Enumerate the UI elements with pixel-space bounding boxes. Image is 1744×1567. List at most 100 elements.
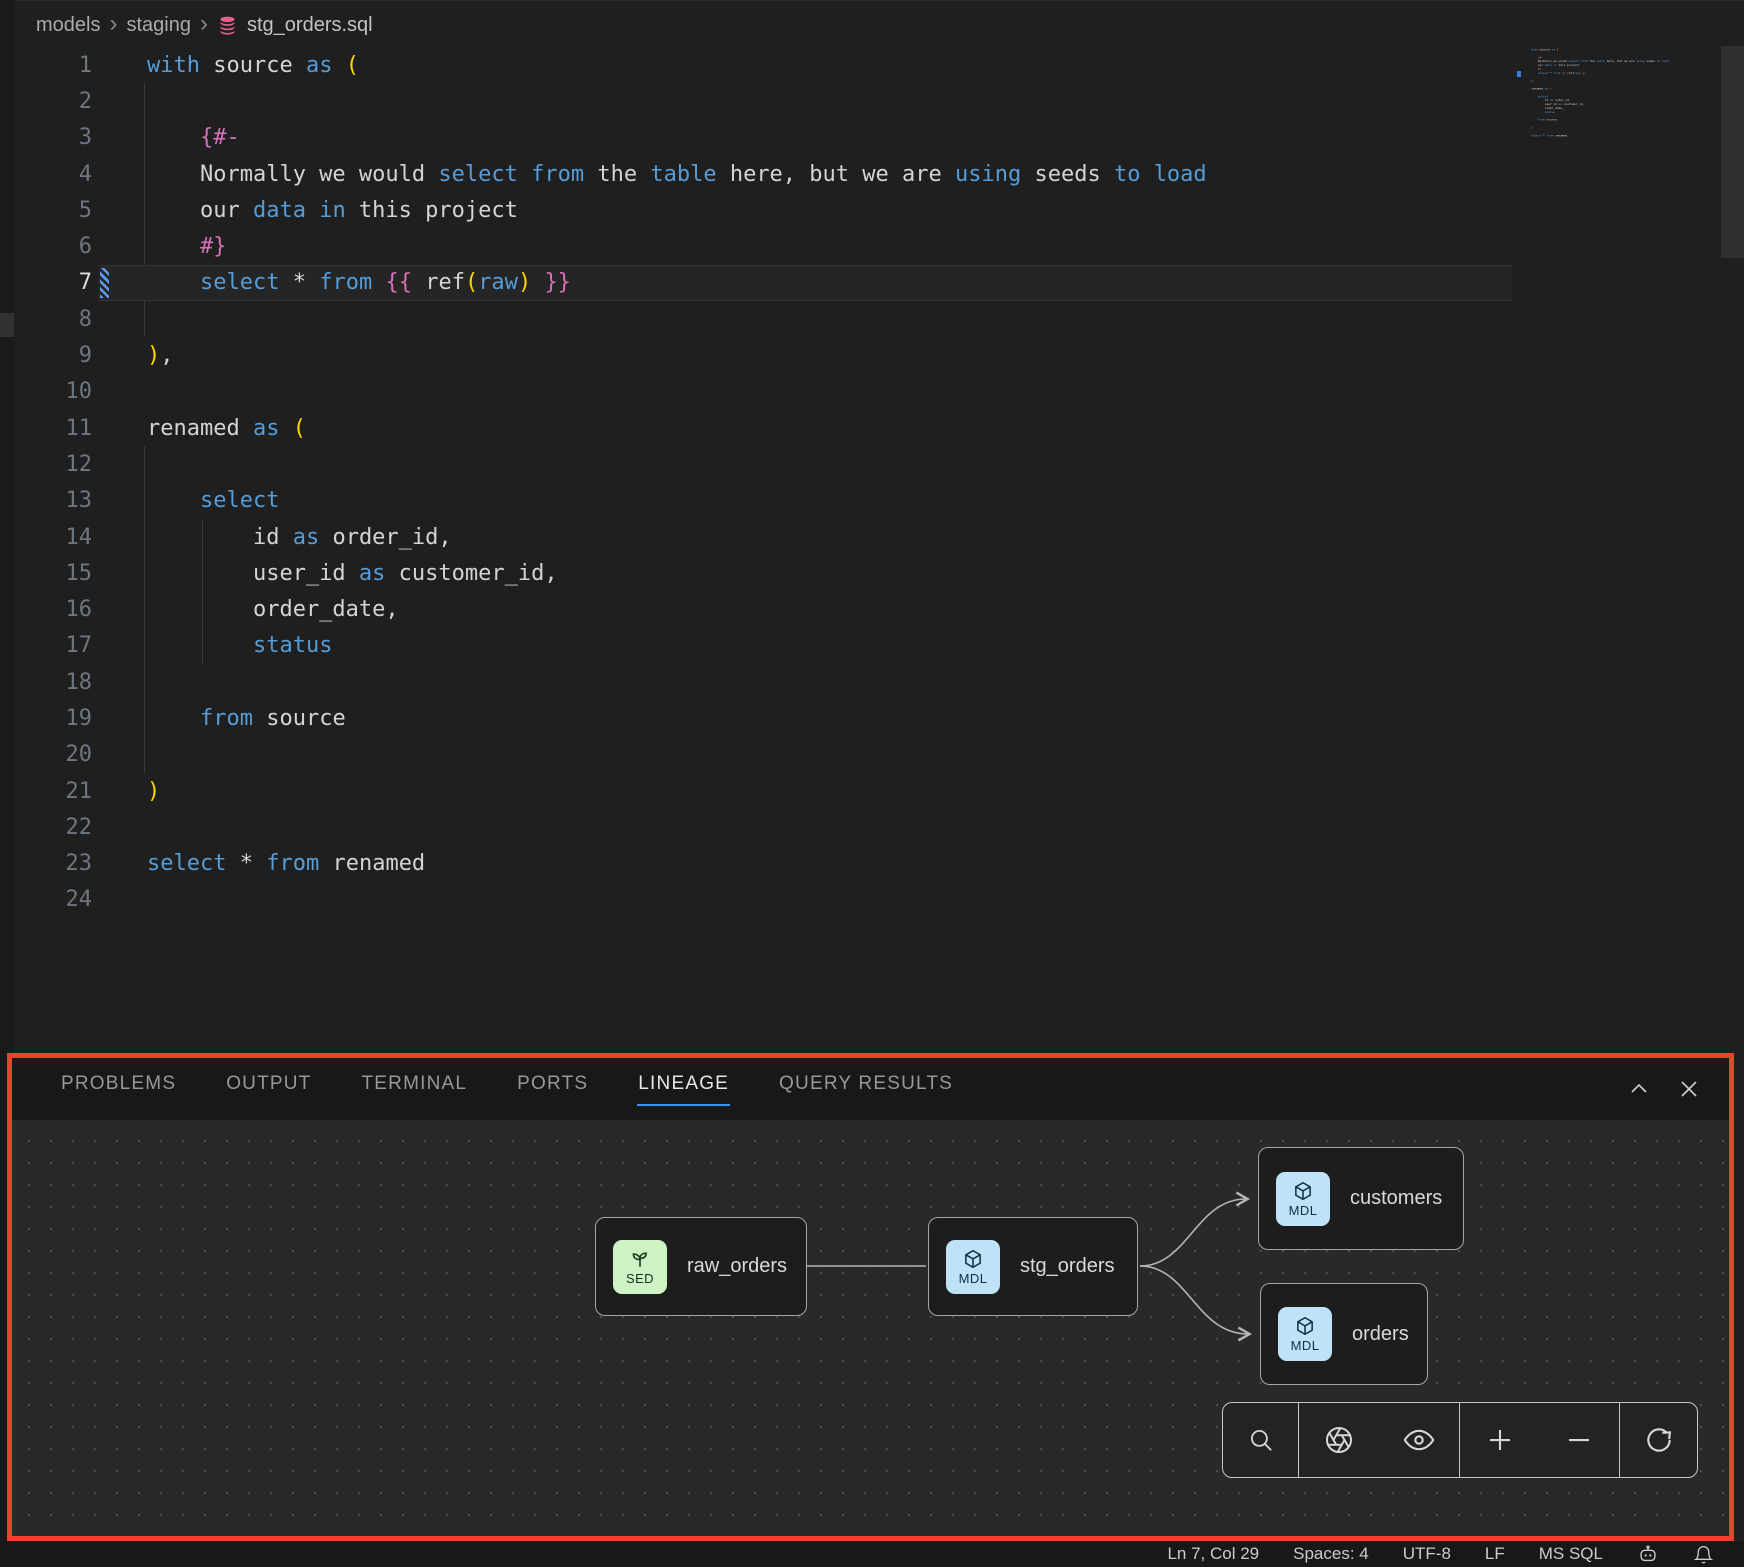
line-number[interactable]: 3	[14, 125, 92, 150]
line-number[interactable]: 15	[14, 561, 92, 586]
line-number[interactable]: 5	[14, 198, 92, 223]
refresh-button[interactable]	[1643, 1424, 1675, 1456]
code-line[interactable]: 22	[14, 809, 1512, 845]
code-line[interactable]: 16 order_date,	[14, 591, 1512, 627]
tab-lineage[interactable]: LINEAGE	[637, 1073, 730, 1106]
code-line[interactable]: 4 Normally we would select from the tabl…	[14, 156, 1512, 192]
lineage-node-orders[interactable]: MDLorders	[1260, 1283, 1428, 1385]
line-number[interactable]: 4	[14, 162, 92, 187]
line-number[interactable]: 8	[14, 307, 92, 332]
line-number[interactable]: 14	[14, 525, 92, 550]
code-line[interactable]: 10	[14, 374, 1512, 410]
line-number[interactable]: 24	[14, 887, 92, 912]
lineage-node-stg_orders[interactable]: MDLstg_orders	[928, 1217, 1138, 1316]
tab-query-results[interactable]: QUERY RESULTS	[778, 1073, 954, 1106]
breadcrumb: models › staging › stg_orders.sql	[14, 1, 1744, 41]
line-number[interactable]: 19	[14, 706, 92, 731]
code-line[interactable]: 6 #}	[14, 228, 1512, 264]
line-number[interactable]: 2	[14, 89, 92, 114]
chevron-right-icon: ›	[200, 14, 208, 34]
code-line[interactable]: 17 status	[14, 628, 1512, 664]
code-token: source	[200, 53, 306, 78]
status-eol[interactable]: LF	[1485, 1544, 1505, 1564]
tab-problems[interactable]: PROBLEMS	[60, 1073, 177, 1106]
aperture-button[interactable]	[1323, 1424, 1355, 1456]
code-line[interactable]: 8	[14, 301, 1512, 337]
code-line[interactable]: 23select * from renamed	[14, 846, 1512, 882]
search-button[interactable]	[1246, 1425, 1276, 1455]
lineage-node-raw_orders[interactable]: SEDraw_orders	[595, 1217, 807, 1316]
line-number[interactable]: 22	[14, 815, 92, 840]
line-number[interactable]: 12	[14, 452, 92, 477]
editor-scrollbar[interactable]	[1721, 46, 1744, 258]
code-line[interactable]: 5 our data in this project	[14, 192, 1512, 228]
status-cursor-position[interactable]: Ln 7, Col 29	[1167, 1544, 1259, 1564]
line-number[interactable]: 18	[14, 670, 92, 695]
code-line[interactable]: 3 {#-	[14, 120, 1512, 156]
code-line[interactable]: 13 select	[14, 483, 1512, 519]
breadcrumb-file[interactable]: stg_orders.sql	[247, 14, 373, 37]
copilot-button[interactable]	[1637, 1543, 1659, 1565]
line-number[interactable]: 20	[14, 742, 92, 767]
editor-pane[interactable]: models › staging › stg_orders.sql 1with …	[14, 0, 1744, 1053]
status-encoding[interactable]: UTF-8	[1403, 1544, 1451, 1564]
lineage-canvas[interactable]: SEDraw_orders MDLstg_orders MDLcustomers MD…	[12, 1120, 1729, 1536]
line-number[interactable]: 10	[14, 379, 92, 404]
line-number[interactable]: 11	[14, 416, 92, 441]
breadcrumb-item-staging[interactable]: staging	[126, 14, 191, 37]
line-number[interactable]: 17	[14, 633, 92, 658]
close-panel-button[interactable]	[1677, 1077, 1701, 1101]
code-line[interactable]: 1with source as (	[14, 47, 1512, 83]
line-number[interactable]: 7	[14, 270, 92, 295]
line-number[interactable]: 21	[14, 779, 92, 804]
minimap[interactable]: with source as ( {#- Normally we would s…	[1517, 46, 1721, 216]
code-line[interactable]: 12	[14, 446, 1512, 482]
edge-stg_orders-customers	[1140, 1199, 1246, 1266]
code-area[interactable]: 1with source as ( 2 3 {#-4 Normally we wou…	[14, 47, 1512, 918]
gutter-marker-slot	[92, 737, 147, 773]
line-number[interactable]: 6	[14, 234, 92, 259]
visibility-button[interactable]	[1402, 1423, 1436, 1457]
line-number[interactable]: 13	[14, 488, 92, 513]
status-language-mode[interactable]: MS SQL	[1539, 1544, 1603, 1564]
status-indentation[interactable]: Spaces: 4	[1293, 1544, 1369, 1564]
code-line[interactable]: 19 from source	[14, 700, 1512, 736]
code-text: #}	[147, 234, 226, 259]
code-line[interactable]: 15 user_id as customer_id,	[14, 555, 1512, 591]
tab-output[interactable]: OUTPUT	[225, 1073, 312, 1106]
gutter-marker-slot	[92, 337, 147, 373]
aperture-icon	[1323, 1424, 1355, 1456]
gutter-marker-slot	[92, 846, 147, 882]
zoom-out-icon	[1564, 1425, 1594, 1455]
code-line[interactable]: 7 select * from {{ ref(raw) }}	[14, 265, 1512, 301]
code-token: order_id,	[319, 525, 451, 550]
code-line[interactable]: 18	[14, 664, 1512, 700]
line-number[interactable]: 9	[14, 343, 92, 368]
notifications-button[interactable]	[1693, 1544, 1714, 1565]
tab-label: PORTS	[516, 1073, 589, 1106]
code-line[interactable]: 14 id as order_id,	[14, 519, 1512, 555]
zoom-in-button[interactable]	[1485, 1425, 1515, 1455]
toolbar-group-refresh	[1620, 1403, 1697, 1477]
node-type-badge: MDL	[946, 1240, 1000, 1294]
tab-ports[interactable]: PORTS	[516, 1073, 589, 1106]
line-number[interactable]: 23	[14, 851, 92, 876]
breadcrumb-item-models[interactable]: models	[36, 14, 100, 37]
code-line[interactable]: 11renamed as (	[14, 410, 1512, 446]
code-text: from source	[147, 706, 346, 731]
code-line[interactable]: 20	[14, 737, 1512, 773]
line-number[interactable]: 1	[14, 53, 92, 78]
node-type-badge: SED	[613, 1240, 667, 1294]
lineage-node-customers[interactable]: MDLcustomers	[1258, 1147, 1464, 1250]
tab-terminal[interactable]: TERMINAL	[361, 1073, 469, 1106]
code-token: (	[465, 270, 478, 295]
code-line[interactable]: 2	[14, 83, 1512, 119]
code-line[interactable]: 21)	[14, 773, 1512, 809]
code-line[interactable]: 24	[14, 882, 1512, 918]
node-type-label: MDL	[1291, 1338, 1320, 1353]
code-line[interactable]: 9),	[14, 337, 1512, 373]
line-number[interactable]: 16	[14, 597, 92, 622]
zoom-out-button[interactable]	[1564, 1425, 1594, 1455]
code-token	[1531, 71, 1538, 74]
collapse-panel-button[interactable]	[1627, 1077, 1651, 1101]
